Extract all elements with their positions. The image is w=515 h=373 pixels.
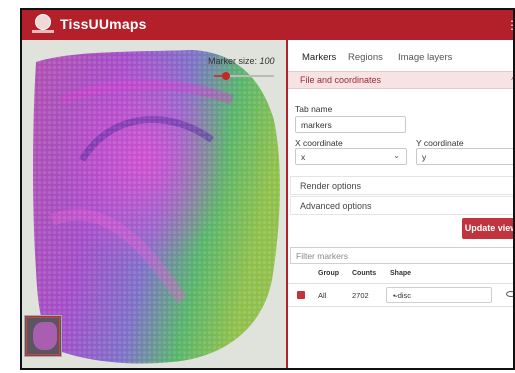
y-coordinate-select[interactable]: y [416, 148, 513, 165]
marker-size-slider[interactable] [214, 72, 274, 80]
tab-regions[interactable]: Regions [348, 52, 383, 63]
chevron-down-icon: ⌄ [393, 151, 400, 160]
slider-thumb[interactable] [222, 72, 230, 80]
tab-markers[interactable]: Markers [302, 52, 336, 63]
tab-image-layers[interactable]: Image layers [398, 52, 452, 63]
chevron-up-icon: ^ [511, 76, 515, 85]
side-panel: Markers Regions Image layers File and co… [288, 40, 515, 368]
advanced-options-accordion[interactable]: Advanced options [290, 196, 513, 215]
x-coordinate-select[interactable]: x ⌄ [295, 148, 407, 165]
image-viewer[interactable]: Marker size: 100 [22, 40, 286, 368]
eye-icon[interactable] [506, 291, 513, 297]
markers-table-header: Group Counts Shape [288, 266, 513, 282]
menu-icon[interactable]: ⋮ [506, 19, 513, 31]
chevron-down-icon: ⌄ [393, 290, 400, 299]
file-and-coordinates-header[interactable]: File and coordinates ^ [288, 71, 515, 89]
panel-tabs: Markers Regions Image layers [288, 52, 513, 72]
app-window: TissUUmaps ⋮ [20, 8, 515, 370]
column-group: Group [318, 270, 339, 277]
visibility-checkbox[interactable] [297, 291, 305, 299]
table-row: All 2702 • disc ⌄ [288, 283, 513, 307]
column-shape: Shape [390, 270, 412, 277]
x-coordinate-value: x [301, 152, 306, 162]
app-title: TissUUmaps [60, 16, 147, 32]
row-group: All [318, 291, 327, 300]
column-counts: Counts [352, 270, 377, 277]
marker-size-value: 100 [259, 56, 275, 66]
update-view-button[interactable]: Update view [462, 218, 513, 239]
university-logo-icon [32, 13, 54, 35]
x-coordinate-label: X coordinate [295, 138, 343, 148]
marker-size-text: Marker size: [208, 56, 258, 66]
row-counts: 2702 [352, 291, 369, 300]
render-options-accordion[interactable]: Render options [290, 176, 513, 195]
shape-select[interactable]: • disc ⌄ [386, 287, 492, 303]
navigator-minimap[interactable] [24, 315, 62, 357]
tab-name-input[interactable]: markers [295, 116, 406, 133]
app-header: TissUUmaps ⋮ [22, 10, 513, 40]
section-title: File and coordinates [300, 75, 382, 85]
filter-markers-input[interactable]: Filter markers [290, 247, 513, 264]
y-coordinate-value: y [422, 152, 427, 162]
tab-name-label: Tab name [295, 104, 333, 114]
minimap-viewport-box[interactable] [26, 317, 60, 355]
y-coordinate-label: Y coordinate [416, 138, 464, 148]
marker-size-label: Marker size: 100 [208, 56, 275, 66]
